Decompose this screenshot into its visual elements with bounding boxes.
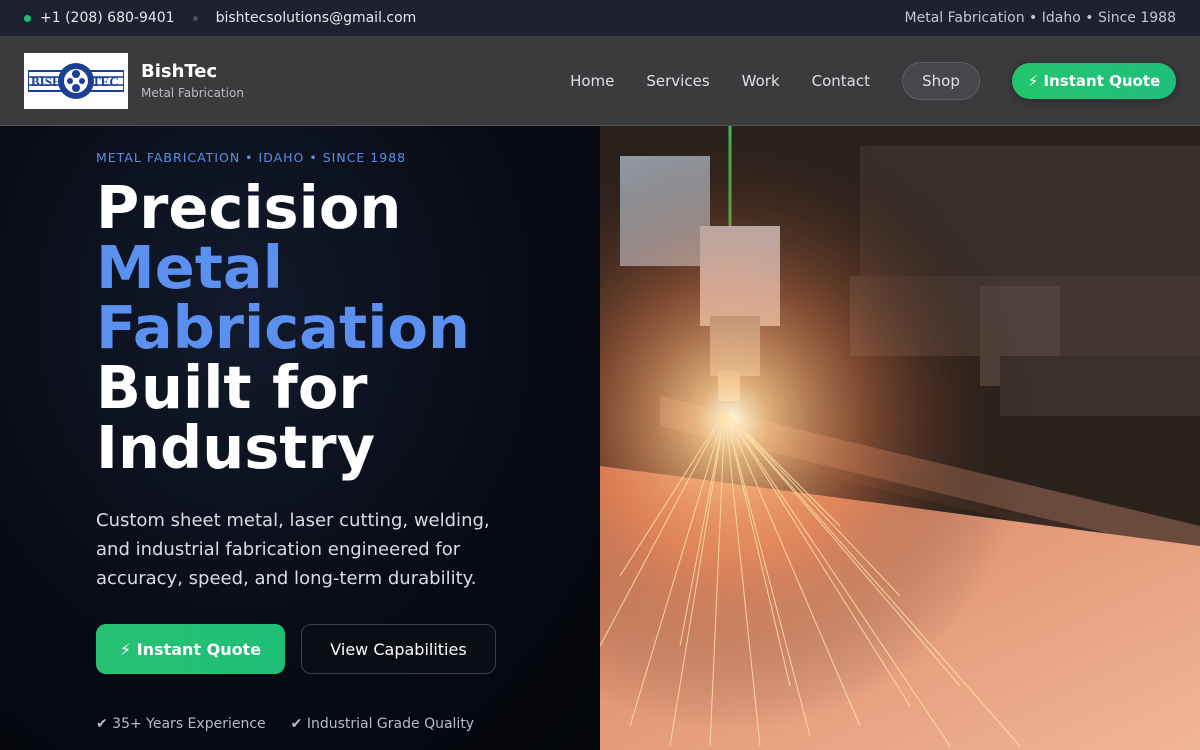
badge-experience: ✔ 35+ Years Experience bbox=[96, 716, 266, 732]
email-link[interactable]: bishtecsolutions@gmail.com bbox=[216, 10, 417, 26]
bishtec-logo-icon: BISH TEC bbox=[28, 62, 124, 99]
headline-line-4: Built for bbox=[96, 353, 368, 422]
topbar-tagline: Metal Fabrication • Idaho • Since 1988 bbox=[904, 10, 1176, 26]
status-dot-icon bbox=[24, 14, 31, 22]
header-instant-quote-button[interactable]: ⚡ Instant Quote bbox=[1012, 62, 1176, 99]
view-capabilities-button[interactable]: View Capabilities bbox=[301, 624, 496, 674]
hero-instant-quote-button[interactable]: ⚡ Instant Quote bbox=[96, 624, 285, 674]
brand-tagline: Metal Fabrication bbox=[141, 86, 244, 100]
trust-badges: ✔ 35+ Years Experience ✔ Industrial Grad… bbox=[96, 716, 499, 732]
brand-name: BishTec bbox=[141, 61, 218, 82]
badge-quality: ✔ Industrial Grade Quality bbox=[290, 716, 475, 732]
brand-block: BishTec Metal Fabrication bbox=[141, 61, 244, 100]
headline-line-1: Precision bbox=[96, 173, 402, 242]
nav-work[interactable]: Work bbox=[742, 72, 780, 90]
logo-text-right: TEC bbox=[92, 74, 119, 89]
nav-services[interactable]: Services bbox=[646, 72, 709, 90]
shop-button[interactable]: Shop bbox=[902, 61, 980, 100]
headline-line-3: Fabrication bbox=[96, 293, 470, 362]
headline-line-2: Metal bbox=[96, 233, 283, 302]
laser-cutting-hero-image bbox=[600, 126, 1200, 750]
top-contact-bar: +1 (208) 680-9401 bishtecsolutions@gmail… bbox=[0, 0, 1200, 36]
logo-text-left: BISH bbox=[31, 74, 62, 89]
nav-contact[interactable]: Contact bbox=[812, 72, 870, 90]
phone-link[interactable]: +1 (208) 680-9401 bbox=[40, 10, 175, 26]
hero-text-panel: METAL FABRICATION • IDAHO • SINCE 1988 P… bbox=[0, 126, 600, 750]
separator-dot-icon bbox=[192, 15, 198, 21]
hero-headline: Precision Metal Fabrication Built for In… bbox=[96, 178, 470, 478]
laser-cutter-illustration bbox=[600, 126, 1200, 750]
nav-home[interactable]: Home bbox=[570, 72, 614, 90]
headline-line-5: Industry bbox=[96, 413, 376, 482]
hero-eyebrow: METAL FABRICATION • IDAHO • SINCE 1988 bbox=[96, 150, 407, 165]
brand-logo[interactable]: BISH TEC bbox=[24, 52, 128, 109]
main-nav: Home Services Work Contact Shop ⚡ Instan… bbox=[570, 61, 1176, 100]
site-header: BISH TEC BishTec Metal Fabrication Home … bbox=[0, 36, 1200, 126]
hero-subtext: Custom sheet metal, laser cutting, weldi… bbox=[96, 510, 490, 589]
